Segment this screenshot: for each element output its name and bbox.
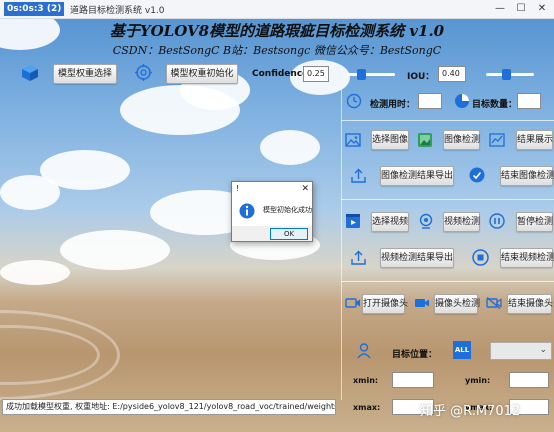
stop-circle-icon [472, 249, 489, 266]
dialog-body: 模型初始化成功 [232, 196, 312, 226]
status-bar: 成功加载模型权重, 权重地址: E:/pyside6_yolov8_121/yo… [2, 399, 336, 415]
dialog-message: 模型初始化成功 [263, 206, 312, 214]
detect-time-value [418, 93, 442, 109]
xmax-label: xmax: [353, 403, 381, 412]
upload-icon [351, 250, 366, 265]
ymin-value [509, 372, 549, 388]
iou-spinbox[interactable]: 0.40 [438, 66, 466, 82]
target-icon [135, 64, 152, 81]
stop-video-detect-button[interactable]: 结束视频检测 [500, 248, 554, 268]
open-camera-button[interactable]: 打开摄像头 [362, 294, 408, 314]
webcam-icon [419, 213, 433, 229]
chart-icon [489, 133, 505, 147]
select-video-button[interactable]: 选择视频 [371, 212, 409, 232]
pause-icon [489, 213, 505, 229]
select-image-button[interactable]: 选择图像 [371, 130, 409, 150]
app-badge: 0s:0s:3 (2) [4, 2, 65, 16]
dialog-title: ! [236, 184, 240, 193]
window-titlebar: 0s:0s:3 (2) 道路目标检测系统 v1.0 — ☐ ✕ [0, 0, 554, 19]
detect-video-button[interactable]: 视频检测 [443, 212, 480, 232]
detect-time-label: 检测用时： [370, 100, 416, 110]
export-image-result-button[interactable]: 图像检测结果导出 [380, 166, 454, 186]
confidence-slider[interactable] [347, 69, 395, 80]
camera-icon [345, 298, 360, 308]
init-weights-button[interactable]: 模型权重初始化 [166, 64, 238, 84]
stop-camera-button[interactable]: 结束摄像头 [507, 294, 553, 314]
cube-icon [22, 65, 38, 81]
iou-slider[interactable] [486, 69, 534, 80]
detect-image-button[interactable]: 图像检测 [443, 130, 480, 150]
minimize-button[interactable]: — [490, 1, 510, 17]
user-icon [357, 343, 371, 359]
export-video-result-button[interactable]: 视频检测结果导出 [380, 248, 454, 268]
stop-image-detect-button[interactable]: 结束图像检测 [500, 166, 554, 186]
confidence-label: Confidence [252, 69, 309, 79]
page-subtitle: CSDN：BestSongC B站：Bestsongc 微信公众号：BestSo… [112, 44, 442, 57]
dialog-titlebar: ! ✕ [232, 182, 312, 196]
pie-chart-icon [455, 94, 469, 108]
message-dialog: ! ✕ 模型初始化成功 OK [231, 181, 313, 242]
target-select-combobox[interactable]: ⌄ [490, 342, 552, 360]
maximize-button[interactable]: ☐ [511, 1, 531, 17]
upload-icon [351, 168, 366, 183]
target-position-label: 目标位置： [392, 350, 438, 360]
image-icon [345, 133, 361, 147]
xmin-label: xmin: [353, 376, 379, 385]
section-separator [341, 281, 554, 282]
dialog-close-button[interactable]: ✕ [301, 182, 309, 196]
pause-detect-button[interactable]: 暂停检测 [516, 212, 553, 232]
panel-divider [341, 86, 342, 400]
section-separator [341, 120, 554, 121]
all-targets-icon: ALL [453, 341, 471, 359]
timer-icon [346, 93, 362, 109]
select-weights-button[interactable]: 模型权重选择 [53, 64, 117, 84]
camera-off-icon [486, 297, 502, 309]
close-button[interactable]: ✕ [532, 1, 552, 17]
confidence-slider-thumb[interactable] [356, 69, 366, 80]
confidence-spinbox[interactable]: 0.25 [303, 66, 329, 82]
watermark: 知乎 @R.M7012 [420, 404, 521, 419]
section-separator [341, 199, 554, 200]
ymin-label: ymin: [465, 376, 491, 385]
video-file-icon [346, 214, 360, 228]
target-count-value [517, 93, 541, 109]
iou-label: IOU： [407, 72, 435, 82]
detect-camera-button[interactable]: 摄像头检测 [434, 294, 480, 314]
target-count-label: 目标数量： [472, 100, 518, 110]
iou-slider-thumb[interactable] [501, 69, 511, 80]
video-camera-icon [415, 299, 429, 307]
photo-detect-icon [418, 133, 432, 147]
check-circle-icon [469, 167, 485, 183]
xmin-value [392, 372, 434, 388]
dialog-ok-button[interactable]: OK [270, 228, 308, 240]
show-result-button[interactable]: 结果展示 [516, 130, 553, 150]
page-title: 基于YOLOV8模型的道路瑕疵目标检测系统 v1.0 [109, 22, 445, 40]
window-title: 道路目标检测系统 v1.0 [70, 6, 165, 16]
info-icon [239, 203, 255, 219]
chevron-down-icon: ⌄ [539, 345, 547, 355]
